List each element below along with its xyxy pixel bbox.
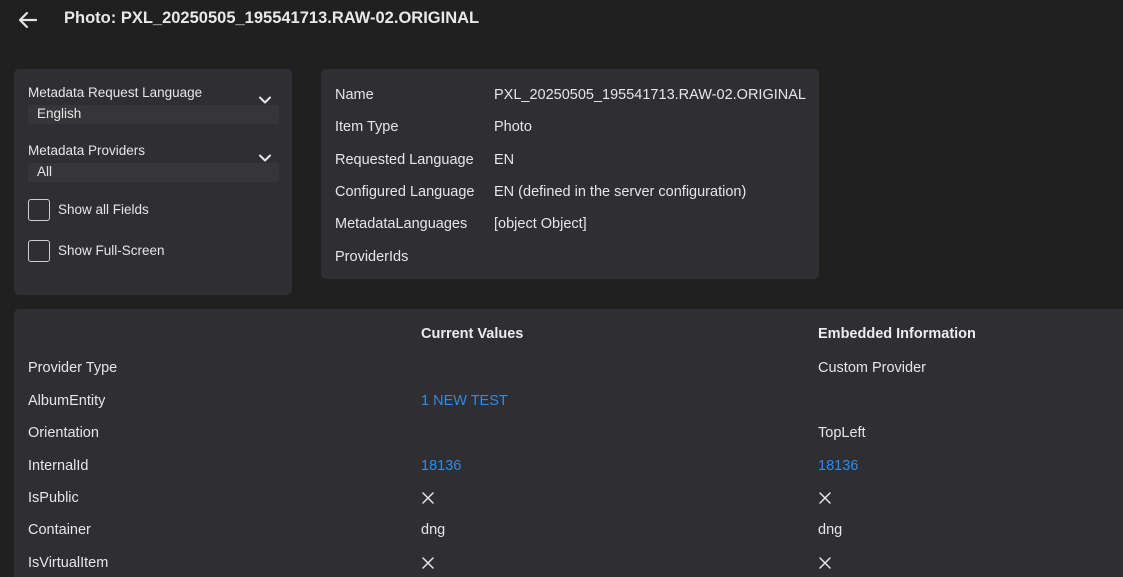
field-name: Provider Type bbox=[28, 360, 118, 376]
column-header-embedded-information: Embedded Information bbox=[818, 326, 976, 342]
field-name: AlbumEntity bbox=[28, 393, 106, 409]
show-full-screen-label: Show Full-Screen bbox=[58, 243, 165, 258]
embedded-value: dng bbox=[818, 522, 843, 538]
metadata-providers-label: Metadata Providers bbox=[28, 143, 146, 158]
options-panel: Metadata Request Language English Metada… bbox=[14, 69, 292, 295]
info-key-configured-language: Configured Language bbox=[335, 184, 475, 200]
info-value-configured-language: EN (defined in the server configuration) bbox=[494, 184, 747, 200]
current-value: dng bbox=[421, 522, 446, 538]
info-value-item-type: Photo bbox=[494, 119, 532, 135]
chevron-down-icon bbox=[256, 91, 274, 109]
info-key-item-type: Item Type bbox=[335, 119, 399, 135]
info-key-provider-ids: ProviderIds bbox=[335, 249, 409, 265]
internal-id-link[interactable]: 18136 bbox=[421, 458, 461, 474]
metadata-language-value: English bbox=[37, 106, 82, 121]
embedded-value: TopLeft bbox=[818, 425, 866, 441]
false-x-icon bbox=[818, 556, 832, 570]
album-entity-link[interactable]: 1 NEW TEST bbox=[421, 393, 508, 409]
field-name: IsVirtualItem bbox=[28, 555, 109, 571]
metadata-providers-value: All bbox=[37, 164, 53, 179]
info-value-name: PXL_20250505_195541713.RAW-02.ORIGINAL bbox=[494, 87, 806, 103]
column-header-current-values: Current Values bbox=[421, 326, 524, 342]
metadata-providers-select[interactable]: Metadata Providers All bbox=[28, 143, 279, 183]
field-name: Orientation bbox=[28, 425, 99, 441]
embedded-value: Custom Provider bbox=[818, 360, 926, 376]
metadata-language-label: Metadata Request Language bbox=[28, 85, 203, 100]
show-all-fields-label: Show all Fields bbox=[58, 202, 149, 217]
info-key-requested-language: Requested Language bbox=[335, 152, 474, 168]
info-key-name: Name bbox=[335, 87, 374, 103]
checkbox-box[interactable] bbox=[28, 199, 50, 221]
metadata-providers-value-box bbox=[28, 163, 279, 182]
metadata-fields-table: Current Values Embedded Information Prov… bbox=[14, 309, 1123, 577]
chevron-down-icon bbox=[256, 149, 274, 167]
item-info-panel: Name PXL_20250505_195541713.RAW-02.ORIGI… bbox=[321, 69, 819, 279]
arrow-left-icon bbox=[14, 6, 42, 34]
header-bar: Photo: PXL_20250505_195541713.RAW-02.ORI… bbox=[0, 0, 1123, 40]
field-name: InternalId bbox=[28, 458, 89, 474]
false-x-icon bbox=[818, 491, 832, 505]
field-name: Container bbox=[28, 522, 91, 538]
false-x-icon bbox=[421, 491, 435, 505]
info-value-requested-language: EN bbox=[494, 152, 515, 168]
page-title: Photo: PXL_20250505_195541713.RAW-02.ORI… bbox=[64, 9, 480, 27]
checkbox-box[interactable] bbox=[28, 240, 50, 262]
info-key-metadata-languages: MetadataLanguages bbox=[335, 216, 468, 232]
back-button[interactable] bbox=[14, 6, 42, 34]
info-value-metadata-languages: [object Object] bbox=[494, 216, 587, 232]
internal-id-link[interactable]: 18136 bbox=[818, 458, 858, 474]
false-x-icon bbox=[421, 556, 435, 570]
metadata-language-select[interactable]: Metadata Request Language English bbox=[28, 85, 279, 125]
field-name: IsPublic bbox=[28, 490, 79, 506]
